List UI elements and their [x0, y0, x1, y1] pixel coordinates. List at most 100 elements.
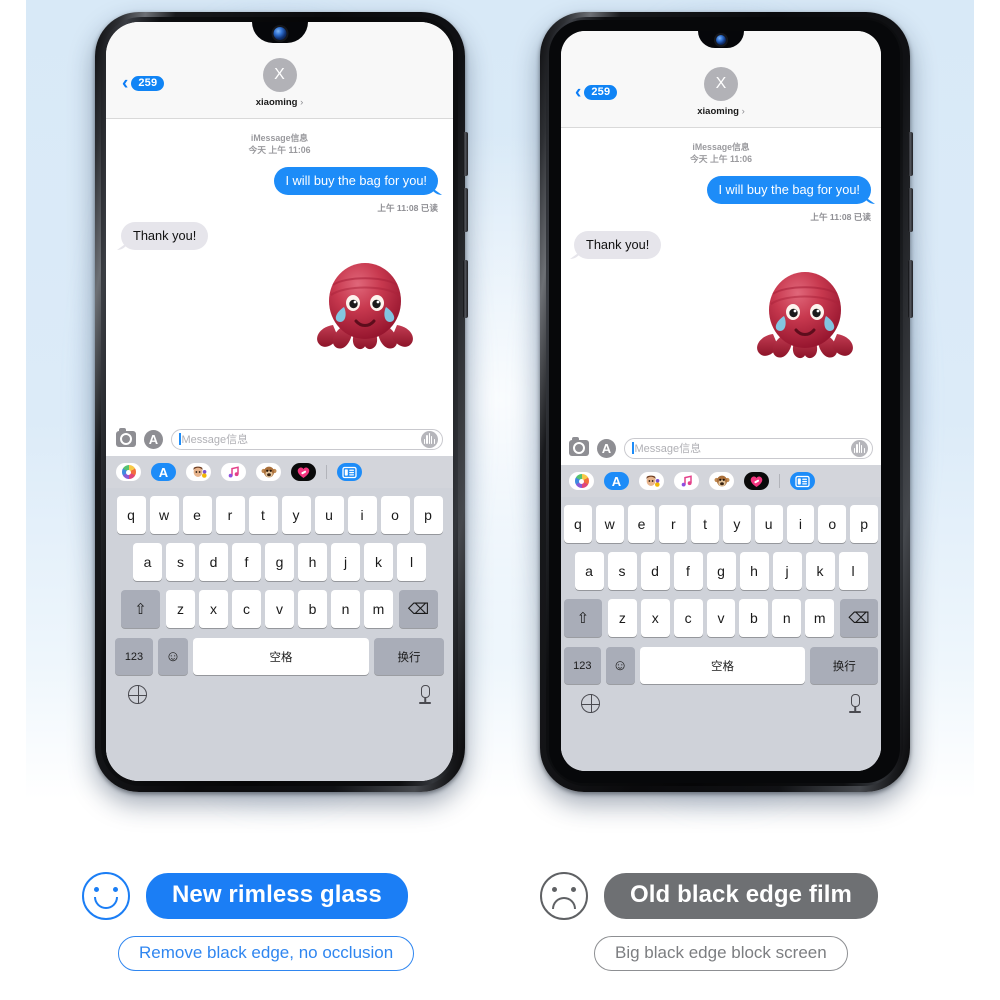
key-j[interactable]: j	[331, 543, 360, 581]
digital-touch-icon[interactable]	[744, 472, 769, 490]
key-b[interactable]: b	[739, 599, 769, 637]
app-drawer-icon[interactable]	[790, 472, 815, 490]
key-u[interactable]: u	[754, 505, 783, 543]
emoji-key[interactable]: ☺	[158, 638, 188, 675]
photos-app-icon[interactable]	[569, 472, 594, 490]
app-store-icon[interactable]: A	[597, 438, 616, 458]
key-p[interactable]: p	[850, 505, 878, 543]
volume-down-button-right[interactable]	[908, 188, 913, 232]
key-g[interactable]: g	[706, 552, 736, 590]
contact-avatar-right[interactable]: X	[704, 67, 738, 101]
key-p[interactable]: p	[413, 496, 443, 534]
numbers-key[interactable]: 123	[115, 638, 153, 675]
key-l[interactable]: l	[838, 552, 868, 590]
outgoing-message-bubble-right[interactable]: I will buy the bag for you!	[707, 176, 871, 204]
globe-icon[interactable]	[580, 693, 601, 714]
return-key[interactable]: 换行	[374, 638, 444, 675]
app-store-icon[interactable]: A	[144, 429, 163, 449]
key-t[interactable]: t	[691, 505, 719, 543]
key-k[interactable]: k	[805, 552, 835, 590]
volume-down-button-left[interactable]	[463, 188, 468, 232]
key-n[interactable]: n	[772, 599, 802, 637]
numbers-key[interactable]: 123	[564, 647, 601, 684]
memoji-girl-icon[interactable]	[186, 463, 211, 481]
key-z[interactable]: z	[607, 599, 637, 637]
key-c[interactable]: c	[673, 599, 703, 637]
back-button-left[interactable]: ‹ 259	[122, 74, 165, 93]
return-key[interactable]: 换行	[810, 647, 878, 684]
key-e[interactable]: e	[182, 496, 212, 534]
app-store-app-icon[interactable]: A	[604, 472, 629, 490]
microphone-icon[interactable]	[419, 685, 431, 704]
app-drawer-icon[interactable]	[337, 463, 362, 481]
power-button-right[interactable]	[908, 260, 913, 318]
audio-waveform-icon[interactable]	[851, 439, 868, 457]
key-s[interactable]: s	[607, 552, 637, 590]
app-store-app-icon[interactable]: A	[151, 463, 176, 481]
globe-icon[interactable]	[127, 684, 148, 705]
key-r[interactable]: r	[659, 505, 688, 543]
key-w[interactable]: w	[595, 505, 624, 543]
key-b[interactable]: b	[298, 590, 327, 628]
camera-icon[interactable]	[116, 428, 136, 447]
key-f[interactable]: f	[673, 552, 703, 590]
memoji-monkey-icon[interactable]	[709, 472, 734, 490]
key-a[interactable]: a	[574, 552, 604, 590]
camera-icon[interactable]	[569, 437, 589, 456]
key-d[interactable]: d	[640, 552, 670, 590]
key-a[interactable]: a	[133, 543, 162, 581]
key-k[interactable]: k	[364, 543, 393, 581]
contact-avatar-left[interactable]: X	[262, 58, 297, 92]
back-button-right[interactable]: ‹ 259	[575, 83, 618, 102]
backspace-key[interactable]: ⌫	[840, 599, 878, 637]
shift-key[interactable]: ⇧	[564, 599, 602, 637]
key-c[interactable]: c	[232, 590, 261, 628]
crying-octopus-memoji-left[interactable]	[311, 259, 419, 357]
key-m[interactable]: m	[805, 599, 835, 637]
key-x[interactable]: x	[199, 590, 228, 628]
key-y[interactable]: y	[723, 505, 751, 543]
key-q[interactable]: q	[564, 505, 592, 543]
key-q[interactable]: q	[116, 496, 146, 534]
contact-name-right[interactable]: xiaoming ›	[697, 106, 745, 117]
key-s[interactable]: s	[166, 543, 195, 581]
message-input-field-right[interactable]: Message信息	[624, 437, 873, 459]
key-i[interactable]: i	[786, 505, 815, 543]
key-o[interactable]: o	[818, 505, 847, 543]
key-g[interactable]: g	[265, 543, 294, 581]
key-t[interactable]: t	[248, 496, 278, 534]
backspace-key[interactable]: ⌫	[399, 590, 438, 628]
volume-up-button-right[interactable]	[908, 132, 913, 176]
key-n[interactable]: n	[331, 590, 360, 628]
key-o[interactable]: o	[380, 496, 410, 534]
space-key[interactable]: 空格	[193, 638, 369, 675]
key-l[interactable]: l	[397, 543, 426, 581]
space-key[interactable]: 空格	[639, 647, 806, 684]
key-u[interactable]: u	[314, 496, 344, 534]
memoji-girl-icon[interactable]	[639, 472, 664, 490]
key-d[interactable]: d	[199, 543, 228, 581]
emoji-key[interactable]: ☺	[605, 647, 635, 684]
incoming-message-bubble-right[interactable]: Thank you!	[574, 231, 662, 259]
volume-up-button-left[interactable]	[463, 132, 468, 176]
key-r[interactable]: r	[215, 496, 245, 534]
memoji-monkey-icon[interactable]	[256, 463, 281, 481]
crying-octopus-memoji-right[interactable]	[751, 268, 859, 366]
key-x[interactable]: x	[640, 599, 670, 637]
key-i[interactable]: i	[347, 496, 377, 534]
incoming-message-bubble-left[interactable]: Thank you!	[121, 222, 209, 250]
music-app-icon[interactable]	[221, 463, 246, 481]
contact-name-left[interactable]: xiaoming ›	[256, 97, 304, 108]
key-f[interactable]: f	[232, 543, 261, 581]
key-w[interactable]: w	[149, 496, 179, 534]
message-input-field-left[interactable]: Message信息	[171, 428, 443, 450]
key-e[interactable]: e	[627, 505, 656, 543]
key-v[interactable]: v	[265, 590, 294, 628]
key-z[interactable]: z	[166, 590, 195, 628]
shift-key[interactable]: ⇧	[121, 590, 160, 628]
key-h[interactable]: h	[298, 543, 327, 581]
power-button-left[interactable]	[463, 260, 468, 318]
key-h[interactable]: h	[739, 552, 769, 590]
digital-touch-icon[interactable]	[291, 463, 316, 481]
audio-waveform-icon[interactable]	[421, 430, 438, 448]
